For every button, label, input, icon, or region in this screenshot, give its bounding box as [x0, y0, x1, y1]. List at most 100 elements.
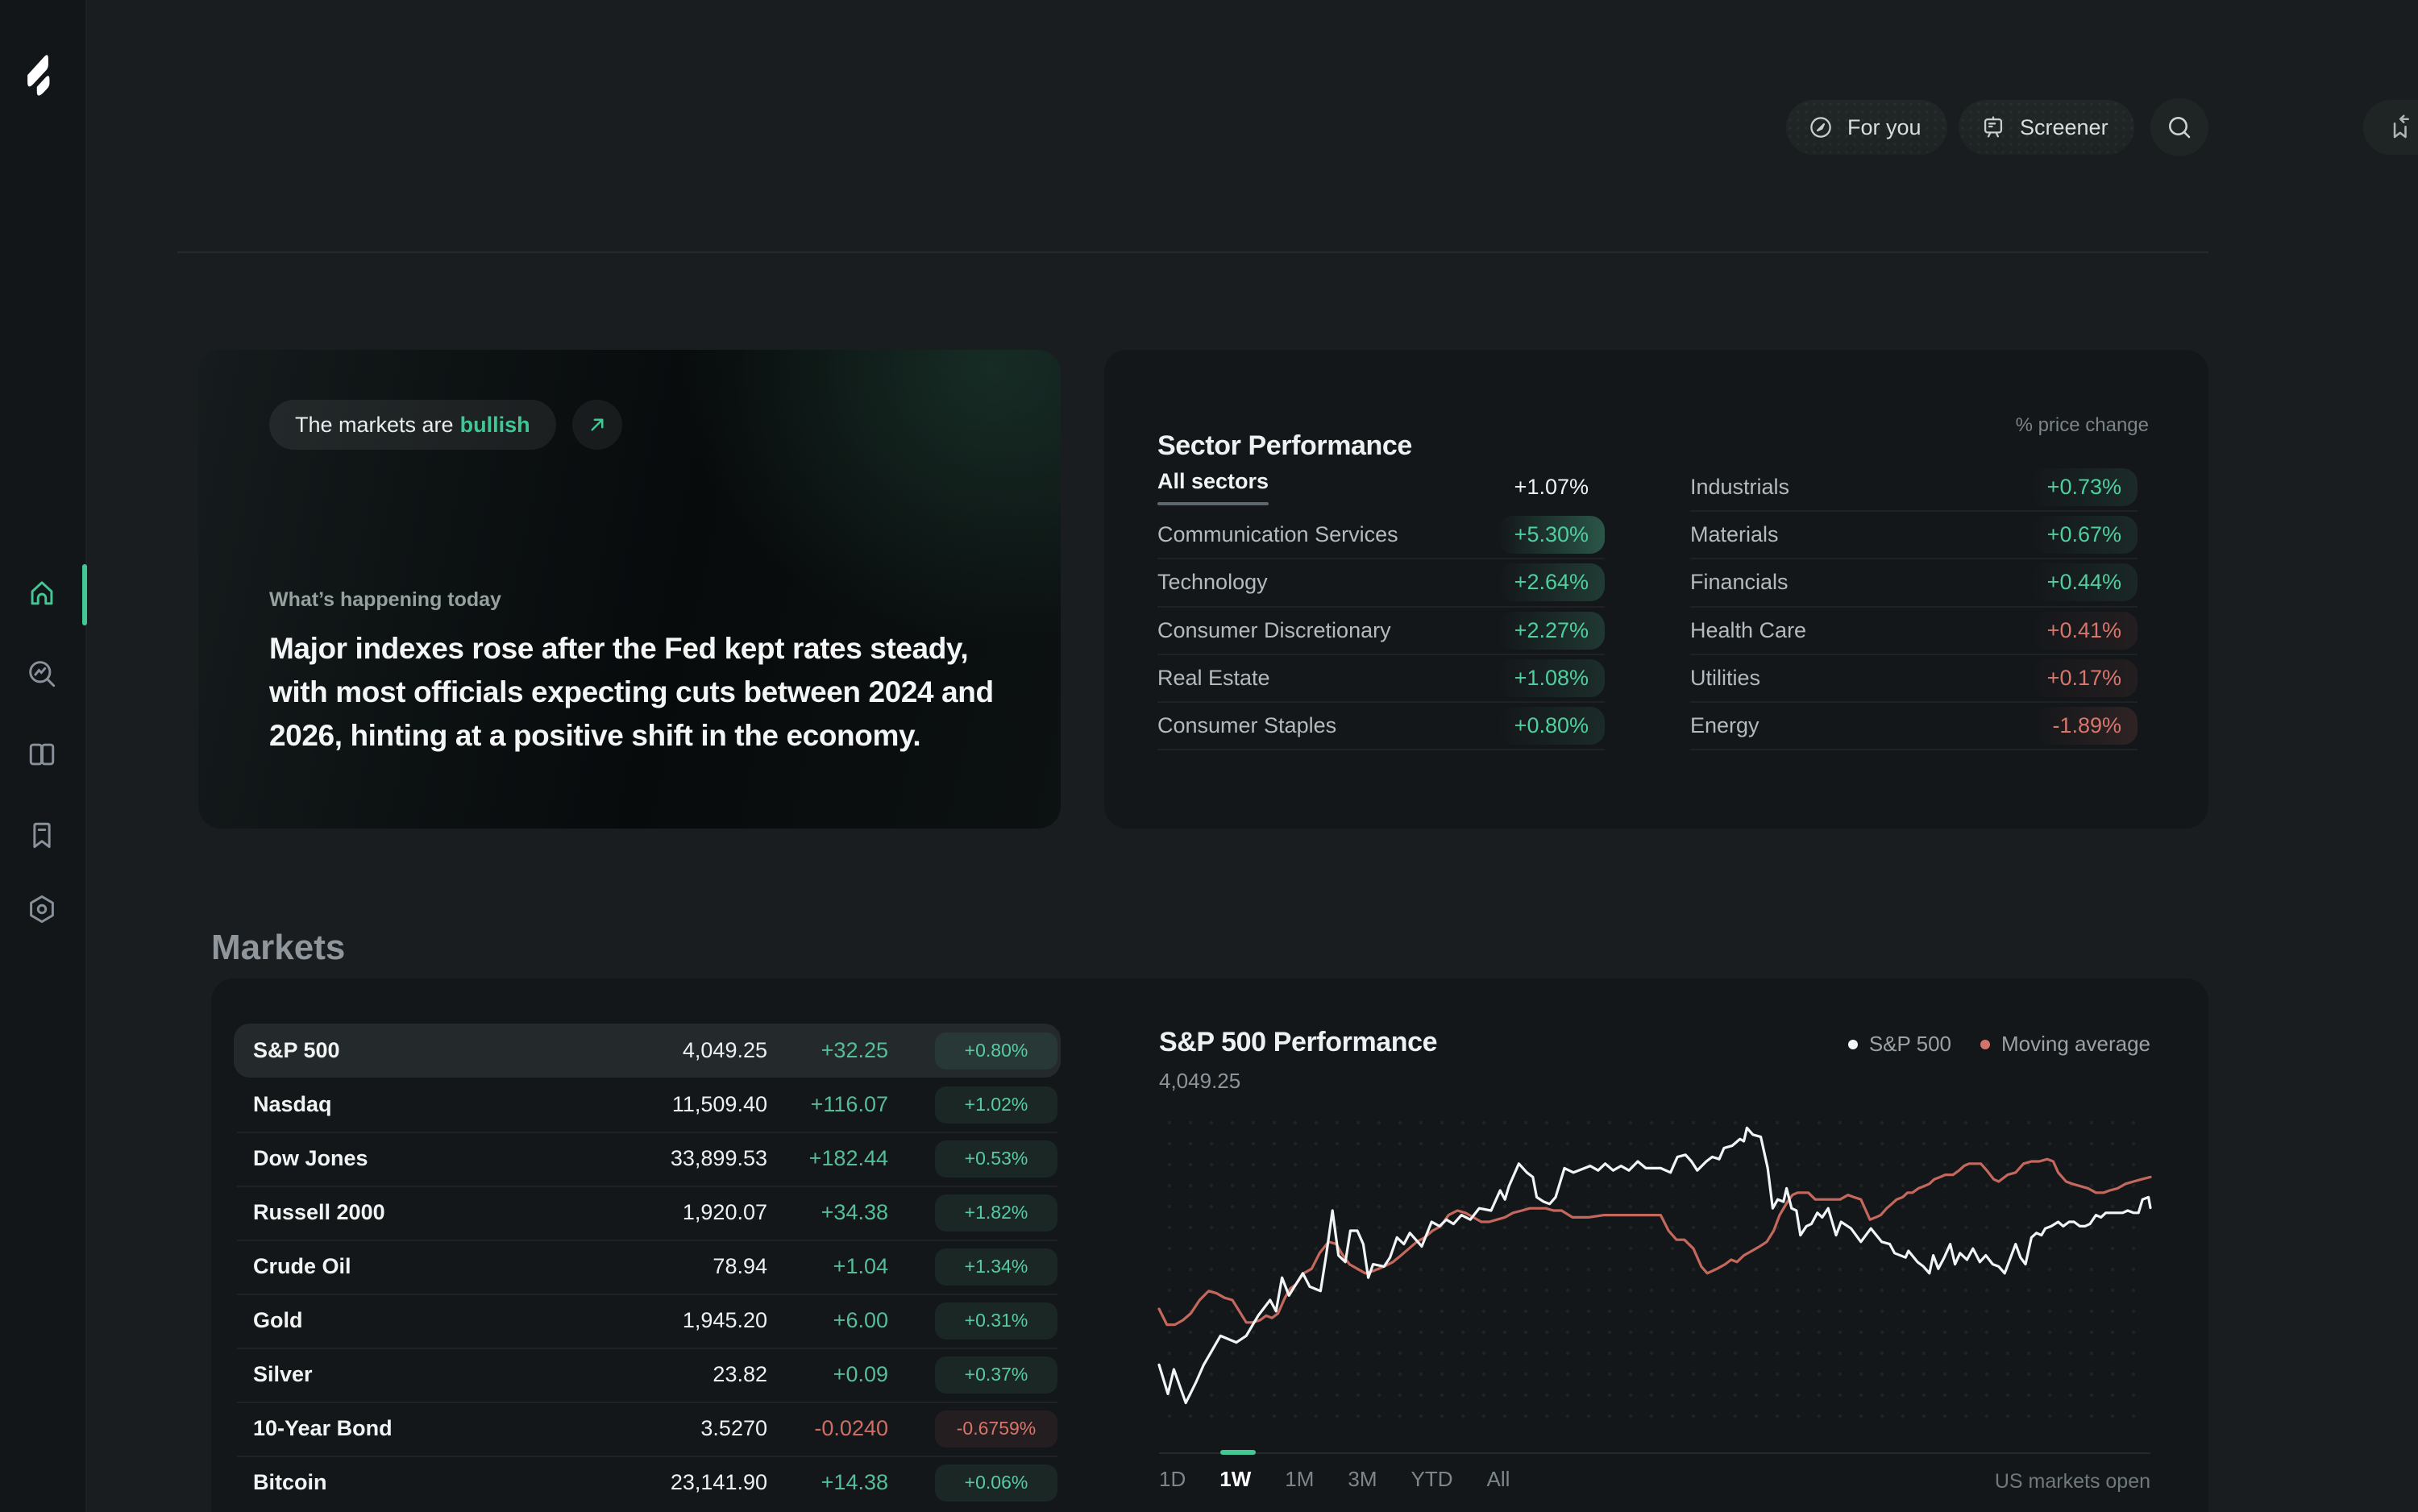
market-row-gold[interactable]: Gold 1,945.20 +6.00 +0.31%: [234, 1294, 1061, 1348]
row-divider: [237, 1240, 1057, 1241]
sector-change-value: +0.80%: [1498, 707, 1605, 746]
legend-item: S&P 500: [1847, 1032, 1951, 1057]
sector-change-value: -1.89%: [2036, 707, 2138, 746]
market-row-bitcoin[interactable]: Bitcoin 23,141.90 +14.38 +0.06%: [234, 1456, 1061, 1510]
sidebar-item-home[interactable]: [0, 558, 84, 629]
sector-label: Materials: [1690, 522, 1779, 547]
sentiment-value: bullish: [459, 412, 530, 437]
market-status: US markets open: [1994, 1470, 2150, 1493]
arrow-up-right-icon: [591, 418, 604, 431]
sector-label: Consumer Discretionary: [1157, 617, 1391, 642]
book-icon: [29, 743, 55, 766]
market-pct-badge: +0.53%: [935, 1140, 1057, 1178]
market-row-silver[interactable]: Silver 23.82 +0.09 +0.37%: [234, 1348, 1061, 1402]
sector-row[interactable]: All sectors +1.07%: [1157, 464, 1605, 510]
chart-current-value: 4,049.25: [1159, 1069, 1241, 1093]
market-change: -0.0240: [814, 1416, 888, 1440]
market-name: Gold: [253, 1308, 303, 1332]
sector-change-value: +0.41%: [2030, 611, 2138, 650]
market-sentiment-pill[interactable]: The markets are bullish: [269, 400, 556, 450]
compass-icon: [1810, 117, 1831, 138]
market-change: +182.44: [808, 1146, 888, 1170]
sector-row[interactable]: Energy -1.89%: [1690, 703, 2138, 751]
range-tab-1m[interactable]: 1M: [1285, 1467, 1314, 1492]
market-value: 3.5270: [700, 1416, 767, 1440]
sector-performance-card: Sector Performance % price change All se…: [1104, 350, 2208, 829]
sidebar-item-book[interactable]: [0, 719, 84, 790]
sector-change-value: +1.08%: [1498, 658, 1605, 697]
sector-row[interactable]: Financials +0.44%: [1690, 559, 2138, 608]
market-pct-badge: +0.06%: [935, 1464, 1057, 1502]
market-value: 4,049.25: [682, 1038, 767, 1062]
legend-item: Moving average: [1980, 1032, 2150, 1057]
sidebar-item-bookmark[interactable]: [0, 800, 84, 870]
range-tab-1d[interactable]: 1D: [1159, 1467, 1186, 1492]
market-value: 1,920.07: [682, 1200, 767, 1224]
market-name: 10-Year Bond: [253, 1416, 393, 1440]
sentiment-prefix: The markets are: [295, 412, 454, 437]
markets-list: S&P 500 4,049.25 +32.25 +0.80% Nasdaq 11,509.…: [234, 1024, 1061, 1510]
sector-row[interactable]: Materials +0.67%: [1690, 512, 2138, 560]
legend-dot: [1980, 1039, 1990, 1049]
market-value: 78.94: [713, 1254, 767, 1278]
sector-row[interactable]: Consumer Staples +0.80%: [1157, 703, 1605, 751]
market-change: +32.25: [821, 1038, 888, 1062]
sector-change-value: +0.67%: [2030, 516, 2138, 555]
market-pct-badge: +1.34%: [935, 1248, 1057, 1286]
bookmark-icon: [33, 822, 51, 849]
screener-button[interactable]: Screener: [1959, 100, 2134, 155]
sector-label: All sectors: [1157, 469, 1269, 505]
market-change: +6.00: [833, 1308, 888, 1332]
price-chart[interactable]: [1159, 1112, 2150, 1419]
hero-headline: Major indexes rose after the Fed kept ra…: [269, 632, 994, 752]
market-row-10-year-bond[interactable]: 10-Year Bond 3.5270 -0.0240 -0.6759%: [234, 1402, 1061, 1456]
market-row-nasdaq[interactable]: Nasdaq 11,509.40 +116.07 +1.02%: [234, 1078, 1061, 1132]
sector-row[interactable]: Industrials +0.73%: [1690, 464, 2138, 513]
market-pct-badge: +0.80%: [935, 1032, 1057, 1070]
market-name: Russell 2000: [253, 1200, 385, 1224]
restore-watchlist-button[interactable]: [2363, 100, 2418, 155]
sector-label: Energy: [1690, 713, 1759, 738]
sidebar-item-explore[interactable]: [0, 638, 84, 709]
sector-label: Financials: [1690, 570, 1789, 595]
range-tab-3m[interactable]: 3M: [1348, 1467, 1377, 1492]
screener-label: Screener: [2020, 114, 2108, 139]
sector-change-value: +0.44%: [2030, 563, 2138, 602]
price-line: [1159, 1128, 2150, 1402]
sector-row[interactable]: Communication Services +5.30%: [1157, 512, 1605, 560]
for-you-button[interactable]: For you: [1786, 100, 1947, 155]
sector-change-value: +5.30%: [1498, 516, 1605, 555]
sector-change-value: +0.73%: [2030, 468, 2138, 507]
row-divider: [237, 1186, 1057, 1187]
market-row-s-p-500[interactable]: S&P 500 4,049.25 +32.25 +0.80%: [234, 1024, 1061, 1078]
search-icon: [2169, 117, 2191, 139]
sidebar-item-settings[interactable]: [0, 874, 84, 945]
row-divider: [237, 1456, 1057, 1457]
market-change: +1.04: [833, 1254, 888, 1278]
sector-performance-subtitle: % price change: [2015, 414, 2149, 436]
legend-label: Moving average: [2001, 1032, 2150, 1056]
screener-board-icon: [1984, 116, 2003, 138]
search-button[interactable]: [2150, 98, 2208, 156]
sector-change-value: +1.07%: [1514, 475, 1589, 500]
market-pct-badge: +0.37%: [935, 1356, 1057, 1394]
row-divider: [237, 1348, 1057, 1349]
market-pct-badge: -0.6759%: [935, 1410, 1057, 1448]
market-row-russell-2000[interactable]: Russell 2000 1,920.07 +34.38 +1.82%: [234, 1186, 1061, 1240]
sector-row[interactable]: Real Estate +1.08%: [1157, 655, 1605, 703]
range-tab-ytd[interactable]: YTD: [1411, 1467, 1453, 1492]
sentiment-open-button[interactable]: [571, 400, 622, 450]
market-row-crude-oil[interactable]: Crude Oil 78.94 +1.04 +1.34%: [234, 1240, 1061, 1294]
sector-row[interactable]: Consumer Discretionary +2.27%: [1157, 608, 1605, 655]
daily-brief-card[interactable]: The markets are bullish What’s happening…: [198, 350, 1061, 829]
row-divider: [237, 1402, 1057, 1403]
market-row-dow-jones[interactable]: Dow Jones 33,899.53 +182.44 +0.53%: [234, 1132, 1061, 1186]
range-tab-1w[interactable]: 1W: [1219, 1467, 1251, 1492]
sidebar: [0, 0, 87, 1512]
range-tab-all[interactable]: All: [1487, 1467, 1510, 1492]
sector-row[interactable]: Utilities +0.17%: [1690, 655, 2138, 703]
legend-label: S&P 500: [1868, 1032, 1951, 1056]
sector-row[interactable]: Technology +2.64%: [1157, 559, 1605, 608]
sector-label: Real Estate: [1157, 665, 1270, 690]
sector-row[interactable]: Health Care +0.41%: [1690, 608, 2138, 655]
